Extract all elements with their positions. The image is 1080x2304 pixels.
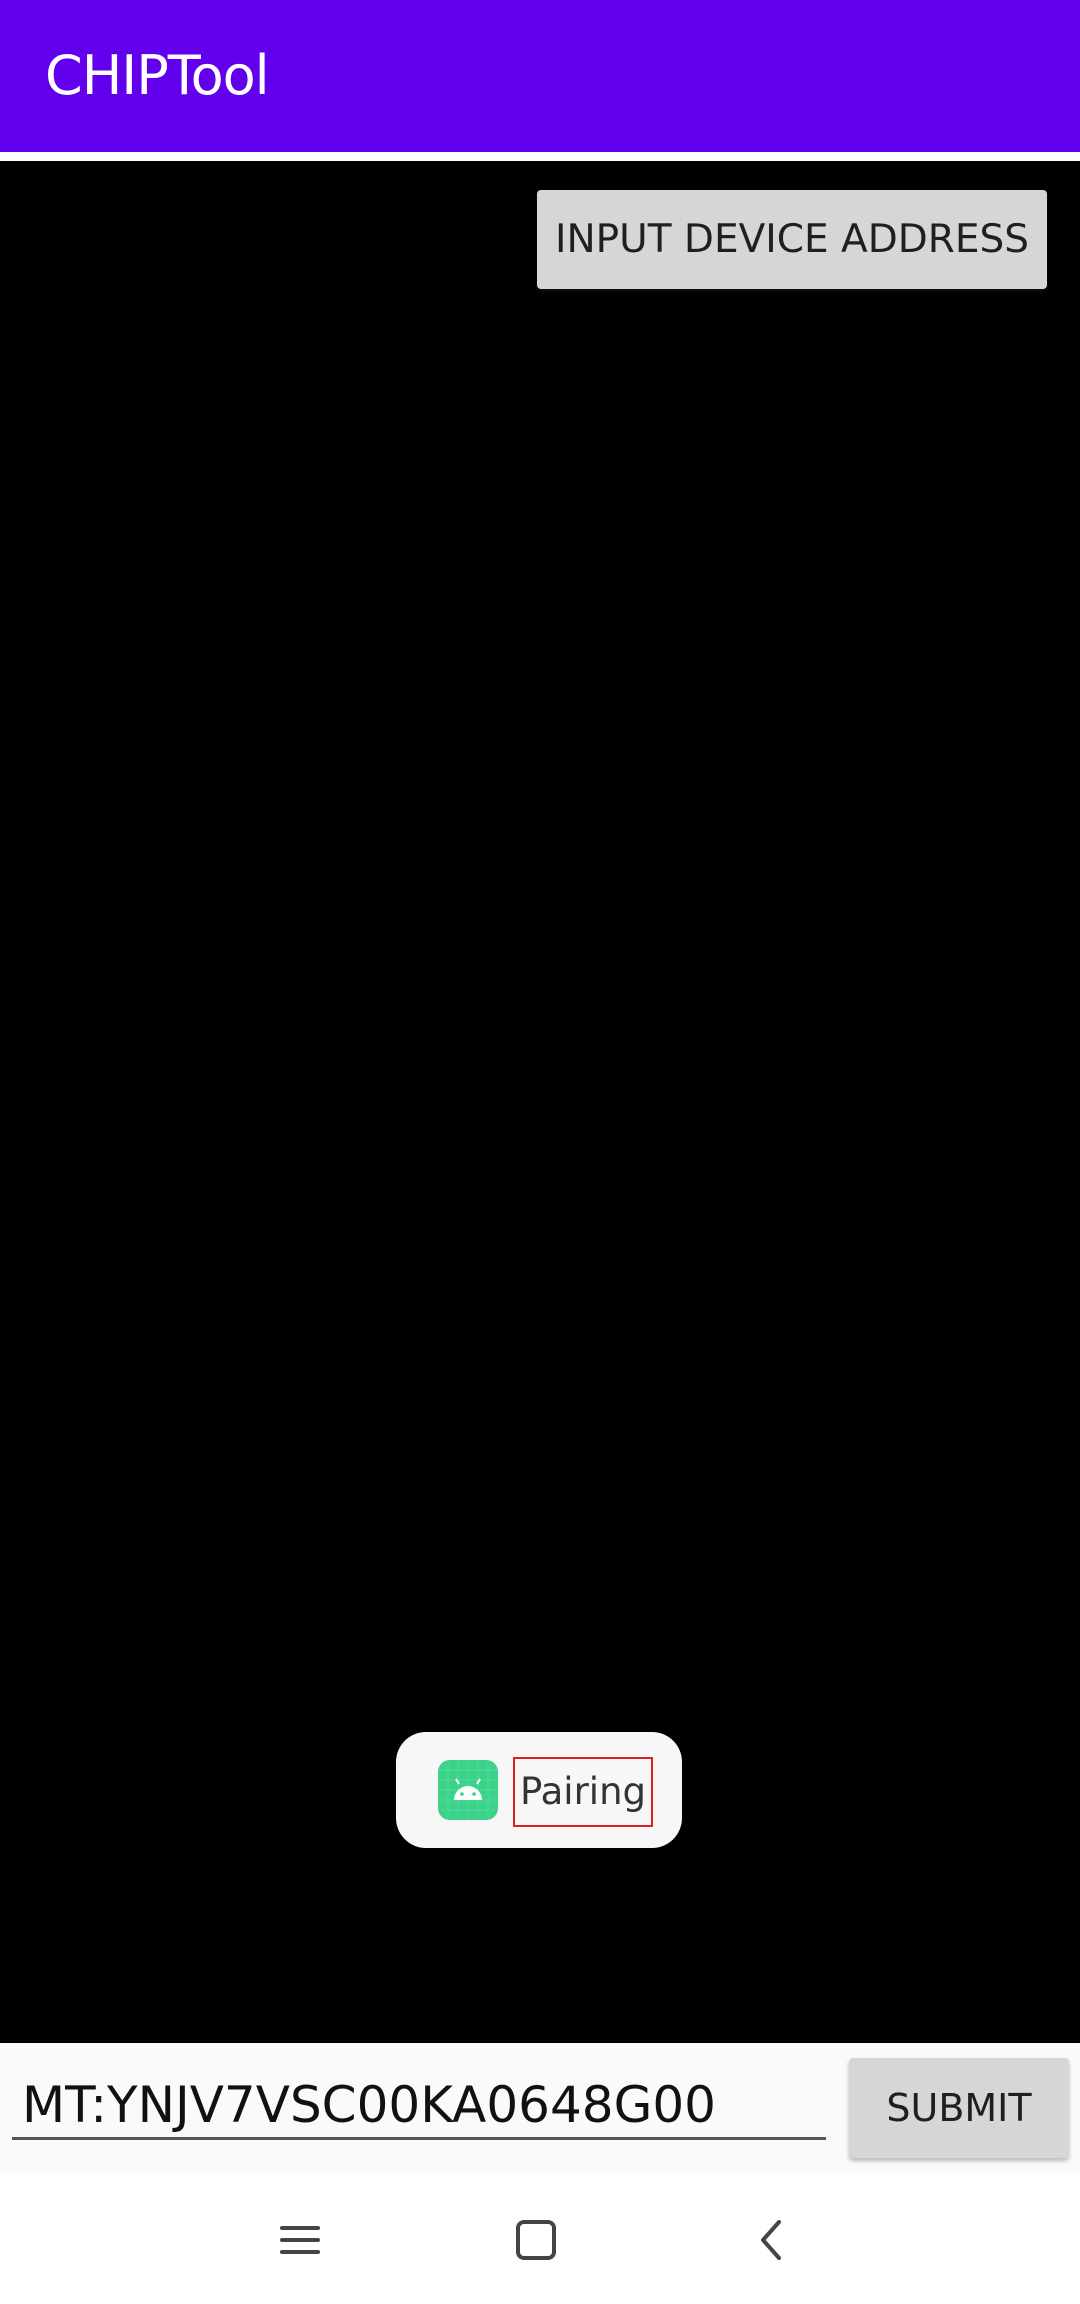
home-icon[interactable] [496,2210,576,2270]
menu-icon[interactable] [260,2210,340,2270]
toast-text: Pairing [513,1757,653,1827]
divider [0,152,1080,161]
app-bar: CHIPTool [0,0,1080,152]
toast: Pairing [396,1732,682,1848]
app-title: CHIPTool [45,44,270,107]
back-icon[interactable] [731,2210,811,2270]
submit-button[interactable]: SUBMIT [849,2058,1069,2158]
input-device-address-button[interactable]: INPUT DEVICE ADDRESS [537,190,1047,289]
device-address-input[interactable] [12,2072,826,2140]
android-app-icon [438,1760,498,1820]
